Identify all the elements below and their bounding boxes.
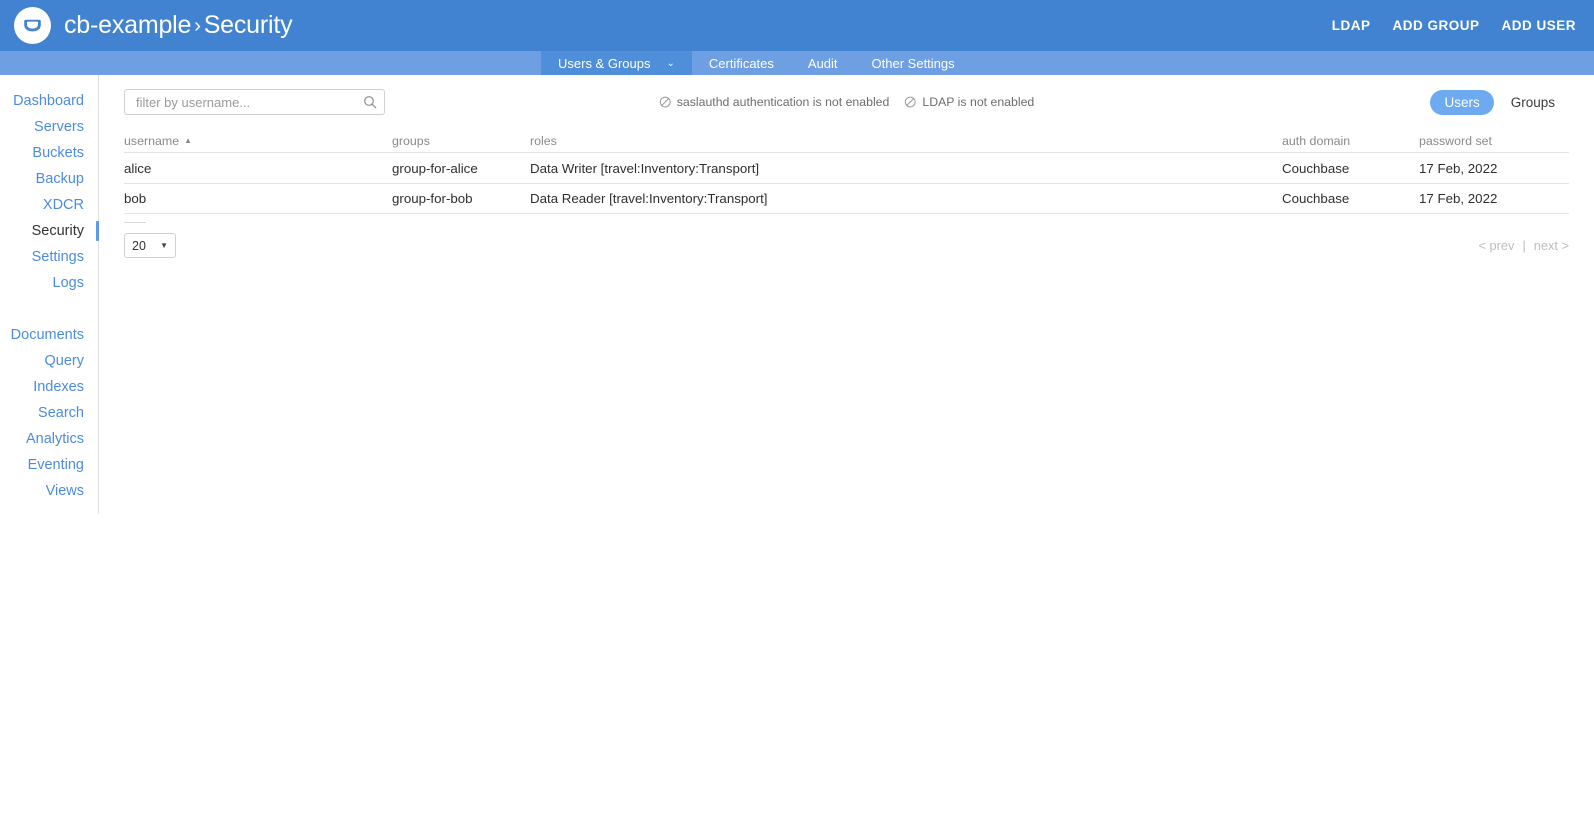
sidebar-group-spacer <box>0 296 99 322</box>
sidebar-item-backup[interactable]: Backup <box>0 166 99 192</box>
sidebar-item-search[interactable]: Search <box>0 400 99 426</box>
table-footer-divider <box>124 222 146 223</box>
breadcrumb-cluster[interactable]: cb-example <box>64 11 191 39</box>
sidebar-item-views[interactable]: Views <box>0 478 99 504</box>
sidebar-item-logs[interactable]: Logs <box>0 270 99 296</box>
status-saslauthd-label: saslauthd authentication is not enabled <box>677 95 890 109</box>
page-size-value: 20 <box>132 239 146 253</box>
pagination-bar: 20 ▼ < prev | next > <box>124 233 1569 258</box>
sub-navigation: Users & Groups ⌄ Certificates Audit Othe… <box>0 51 1594 75</box>
column-header-password-set[interactable]: password set <box>1419 134 1569 148</box>
table-row[interactable]: bob group-for-bob Data Reader [travel:In… <box>124 183 1569 214</box>
sidebar-item-buckets[interactable]: Buckets <box>0 140 99 166</box>
no-entry-icon <box>904 96 916 108</box>
column-header-auth-domain[interactable]: auth domain <box>1282 134 1419 148</box>
table-header-row: username ▲ groups roles auth domain pass… <box>124 130 1569 152</box>
breadcrumb: cb-example›Security <box>64 11 292 40</box>
sidebar-item-settings[interactable]: Settings <box>0 244 99 270</box>
column-header-username-label: username <box>124 134 179 148</box>
sidebar-item-documents[interactable]: Documents <box>0 322 99 348</box>
next-page-button[interactable]: next > <box>1534 238 1569 253</box>
sidebar-item-analytics[interactable]: Analytics <box>0 426 99 452</box>
tab-users-and-groups[interactable]: Users & Groups ⌄ <box>541 51 692 75</box>
search-icon[interactable] <box>363 95 377 109</box>
sort-ascending-icon: ▲ <box>184 136 192 145</box>
status-ldap: LDAP is not enabled <box>904 95 1034 109</box>
breadcrumb-section: Security <box>204 11 293 39</box>
cell-password-set: 17 Feb, 2022 <box>1419 161 1569 176</box>
sidebar: Dashboard Servers Buckets Backup XDCR Se… <box>0 75 99 817</box>
search-input[interactable] <box>134 94 363 111</box>
status-messages: saslauthd authentication is not enabled … <box>659 95 1035 109</box>
cell-roles: Data Writer [travel:Inventory:Transport] <box>530 161 1282 176</box>
cell-auth-domain: Couchbase <box>1282 161 1419 176</box>
app-header: cb-example›Security LDAP ADD GROUP ADD U… <box>0 0 1594 51</box>
header-actions: LDAP ADD GROUP ADD USER <box>1332 18 1594 33</box>
cell-groups: group-for-bob <box>392 191 530 206</box>
page-body: Dashboard Servers Buckets Backup XDCR Se… <box>0 75 1594 817</box>
cell-username: bob <box>124 191 392 206</box>
chevron-down-icon: ▼ <box>160 241 168 250</box>
sidebar-item-dashboard[interactable]: Dashboard <box>0 88 99 114</box>
column-header-roles[interactable]: roles <box>530 134 1282 148</box>
tab-certificates[interactable]: Certificates <box>692 51 791 75</box>
sidebar-item-indexes[interactable]: Indexes <box>0 374 99 400</box>
sidebar-group-data: Documents Query Indexes Search Analytics… <box>0 322 99 504</box>
sidebar-item-security[interactable]: Security <box>0 218 99 244</box>
table-row[interactable]: alice group-for-alice Data Writer [trave… <box>124 152 1569 183</box>
ldap-button[interactable]: LDAP <box>1332 18 1371 33</box>
no-entry-icon <box>659 96 671 108</box>
tab-audit[interactable]: Audit <box>791 51 855 75</box>
add-group-button[interactable]: ADD GROUP <box>1392 18 1479 33</box>
status-ldap-label: LDAP is not enabled <box>922 95 1034 109</box>
toolbar: saslauthd authentication is not enabled … <box>124 88 1569 116</box>
cell-username: alice <box>124 161 392 176</box>
cell-auth-domain: Couchbase <box>1282 191 1419 206</box>
pagination-separator: | <box>1522 238 1525 253</box>
pagination-links: < prev | next > <box>1479 238 1569 253</box>
cell-roles: Data Reader [travel:Inventory:Transport] <box>530 191 1282 206</box>
add-user-button[interactable]: ADD USER <box>1501 18 1576 33</box>
chevron-down-icon: ⌄ <box>666 58 674 69</box>
column-header-username[interactable]: username ▲ <box>124 134 392 148</box>
prev-page-button[interactable]: < prev <box>1479 238 1515 253</box>
breadcrumb-separator: › <box>191 15 203 37</box>
main-content: saslauthd authentication is not enabled … <box>99 75 1594 817</box>
sidebar-item-eventing[interactable]: Eventing <box>0 452 99 478</box>
tab-users-and-groups-label: Users & Groups <box>558 56 650 71</box>
sidebar-item-servers[interactable]: Servers <box>0 114 99 140</box>
tab-other-settings[interactable]: Other Settings <box>855 51 972 75</box>
toggle-groups[interactable]: Groups <box>1497 90 1569 115</box>
users-groups-toggle: Users Groups <box>1430 90 1569 115</box>
couchbase-logo-icon <box>14 7 51 44</box>
sidebar-item-query[interactable]: Query <box>0 348 99 374</box>
cell-groups: group-for-alice <box>392 161 530 176</box>
column-header-groups[interactable]: groups <box>392 134 530 148</box>
cell-password-set: 17 Feb, 2022 <box>1419 191 1569 206</box>
sidebar-item-xdcr[interactable]: XDCR <box>0 192 99 218</box>
page-size-select[interactable]: 20 ▼ <box>124 233 176 258</box>
sidebar-group-cluster: Dashboard Servers Buckets Backup XDCR Se… <box>0 88 99 296</box>
status-saslauthd: saslauthd authentication is not enabled <box>659 95 890 109</box>
filter-input-wrapper[interactable] <box>124 89 385 115</box>
toggle-users[interactable]: Users <box>1430 90 1493 115</box>
users-table: username ▲ groups roles auth domain pass… <box>124 130 1569 223</box>
